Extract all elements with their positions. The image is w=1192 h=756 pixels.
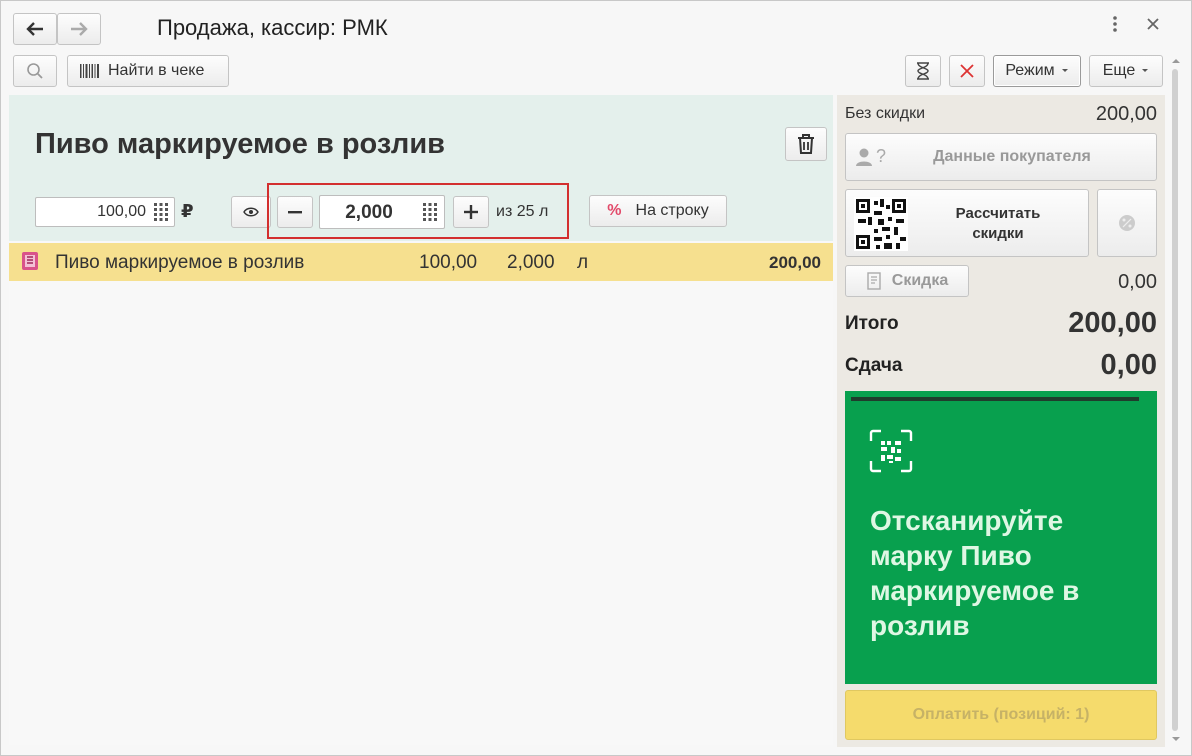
buyer-data-label: Данные покупателя [933, 148, 1091, 165]
scan-message: Отсканируйте марку Пиво маркируемое в ро… [870, 505, 1080, 641]
keypad-icon[interactable] [422, 202, 438, 222]
chevron-down-icon [1061, 69, 1068, 72]
receipt-item-unit: л [577, 252, 589, 273]
search-icon [27, 63, 43, 79]
keypad-icon[interactable] [153, 202, 169, 222]
eye-icon [243, 207, 259, 217]
buyer-question-mark: ? [876, 146, 887, 166]
scan-progress-bar [851, 397, 1139, 401]
mode-dropdown[interactable]: Режим [993, 55, 1081, 87]
receipt-icon [867, 272, 881, 290]
discount-button[interactable]: Скидка [845, 265, 969, 297]
product-panel: Пиво маркируемое в розлив 100,00 ₽ 2,000… [9, 95, 833, 745]
trash-icon [798, 134, 814, 154]
qr-code-icon [854, 197, 908, 251]
more-label: Еще [1102, 62, 1136, 79]
discount-label: Скидка [891, 272, 949, 289]
scan-panel: Отсканируйте марку Пиво маркируемое в ро… [845, 391, 1157, 684]
red-cross-icon [960, 64, 974, 78]
total-label: Итого [845, 313, 899, 334]
receipt-row[interactable]: Пиво маркируемое в розлив 100,00 2,000 л… [9, 243, 833, 281]
receipt-item-qty: 2,000 [507, 252, 555, 273]
mode-label: Режим [1005, 62, 1055, 79]
more-dropdown[interactable]: Еще [1089, 55, 1163, 87]
scrollbar-thumb[interactable] [1172, 69, 1178, 731]
price-value: 100,00 [97, 203, 146, 220]
bonus-button[interactable] [1097, 189, 1157, 257]
discount-value: 0,00 [1118, 271, 1157, 293]
increase-quantity-button[interactable] [453, 196, 489, 228]
quantity-value: 2,000 [345, 202, 393, 223]
calc-discounts-label: Рассчитать скидки [955, 205, 1041, 242]
close-icon[interactable] [1145, 15, 1161, 38]
pay-button[interactable]: Оплатить (позиций: 1) [845, 690, 1157, 740]
find-in-receipt-label: Найти в чеке [108, 62, 205, 79]
quantity-of-total: из 25 л [496, 203, 549, 220]
receipt-item-price: 100,00 [419, 252, 478, 273]
per-line-label: На строку [635, 202, 709, 219]
quantity-field[interactable]: 2,000 [319, 195, 445, 229]
receipt-item-sum: 200,00 [769, 253, 821, 272]
price-field[interactable]: 100,00 [35, 197, 175, 227]
back-button[interactable] [13, 13, 57, 45]
chevron-down-icon [1142, 69, 1149, 72]
more-vertical-icon[interactable] [1111, 15, 1119, 39]
hourglass-button[interactable] [905, 55, 941, 87]
arrow-right-icon [71, 22, 88, 36]
scroll-down-icon[interactable] [1171, 735, 1181, 743]
window: Продажа, кассир: РМК Найти в чеке Режим [0, 0, 1192, 756]
buyer-data-button[interactable]: ? Данные покупателя [845, 133, 1157, 181]
percent-circle-icon [1119, 215, 1135, 231]
arrow-left-icon [26, 22, 43, 36]
minus-icon [288, 211, 302, 214]
view-button[interactable] [231, 196, 271, 228]
search-button[interactable] [13, 55, 57, 87]
currency-sign: ₽ [181, 201, 194, 221]
no-discount-value: 200,00 [1095, 103, 1157, 125]
no-discount-label: Без скидки [845, 105, 926, 122]
scrollbar[interactable] [1169, 57, 1183, 747]
per-line-button[interactable]: % На строку [589, 195, 727, 227]
summary-panel: Без скидки 200,00 ? Данные покупателя Ра… [837, 95, 1165, 747]
product-header: Пиво маркируемое в розлив 100,00 ₽ 2,000… [9, 95, 833, 241]
hourglass-icon [917, 62, 929, 80]
delete-button[interactable] [785, 127, 827, 161]
product-title: Пиво маркируемое в розлив [35, 128, 445, 160]
barcode-icon [80, 64, 99, 78]
scroll-up-icon[interactable] [1171, 57, 1181, 65]
user-icon [856, 148, 872, 166]
receipt-item-name: Пиво маркируемое в розлив [55, 252, 305, 273]
change-value: 0,00 [1100, 349, 1157, 381]
change-label: Сдача [845, 355, 903, 376]
scan-code-icon [869, 429, 913, 473]
cancel-button[interactable] [949, 55, 985, 87]
find-in-receipt-button[interactable]: Найти в чеке [67, 55, 229, 87]
total-value: 200,00 [1068, 307, 1157, 339]
window-title: Продажа, кассир: РМК [157, 15, 388, 40]
pay-label: Оплатить (позиций: 1) [912, 706, 1090, 723]
calc-discounts-button[interactable]: Рассчитать скидки [845, 189, 1089, 257]
plus-icon [464, 205, 478, 219]
decrease-quantity-button[interactable] [277, 196, 313, 228]
mark-tag-icon [22, 252, 38, 270]
forward-button[interactable] [57, 13, 101, 45]
percent-icon: % [607, 202, 622, 219]
